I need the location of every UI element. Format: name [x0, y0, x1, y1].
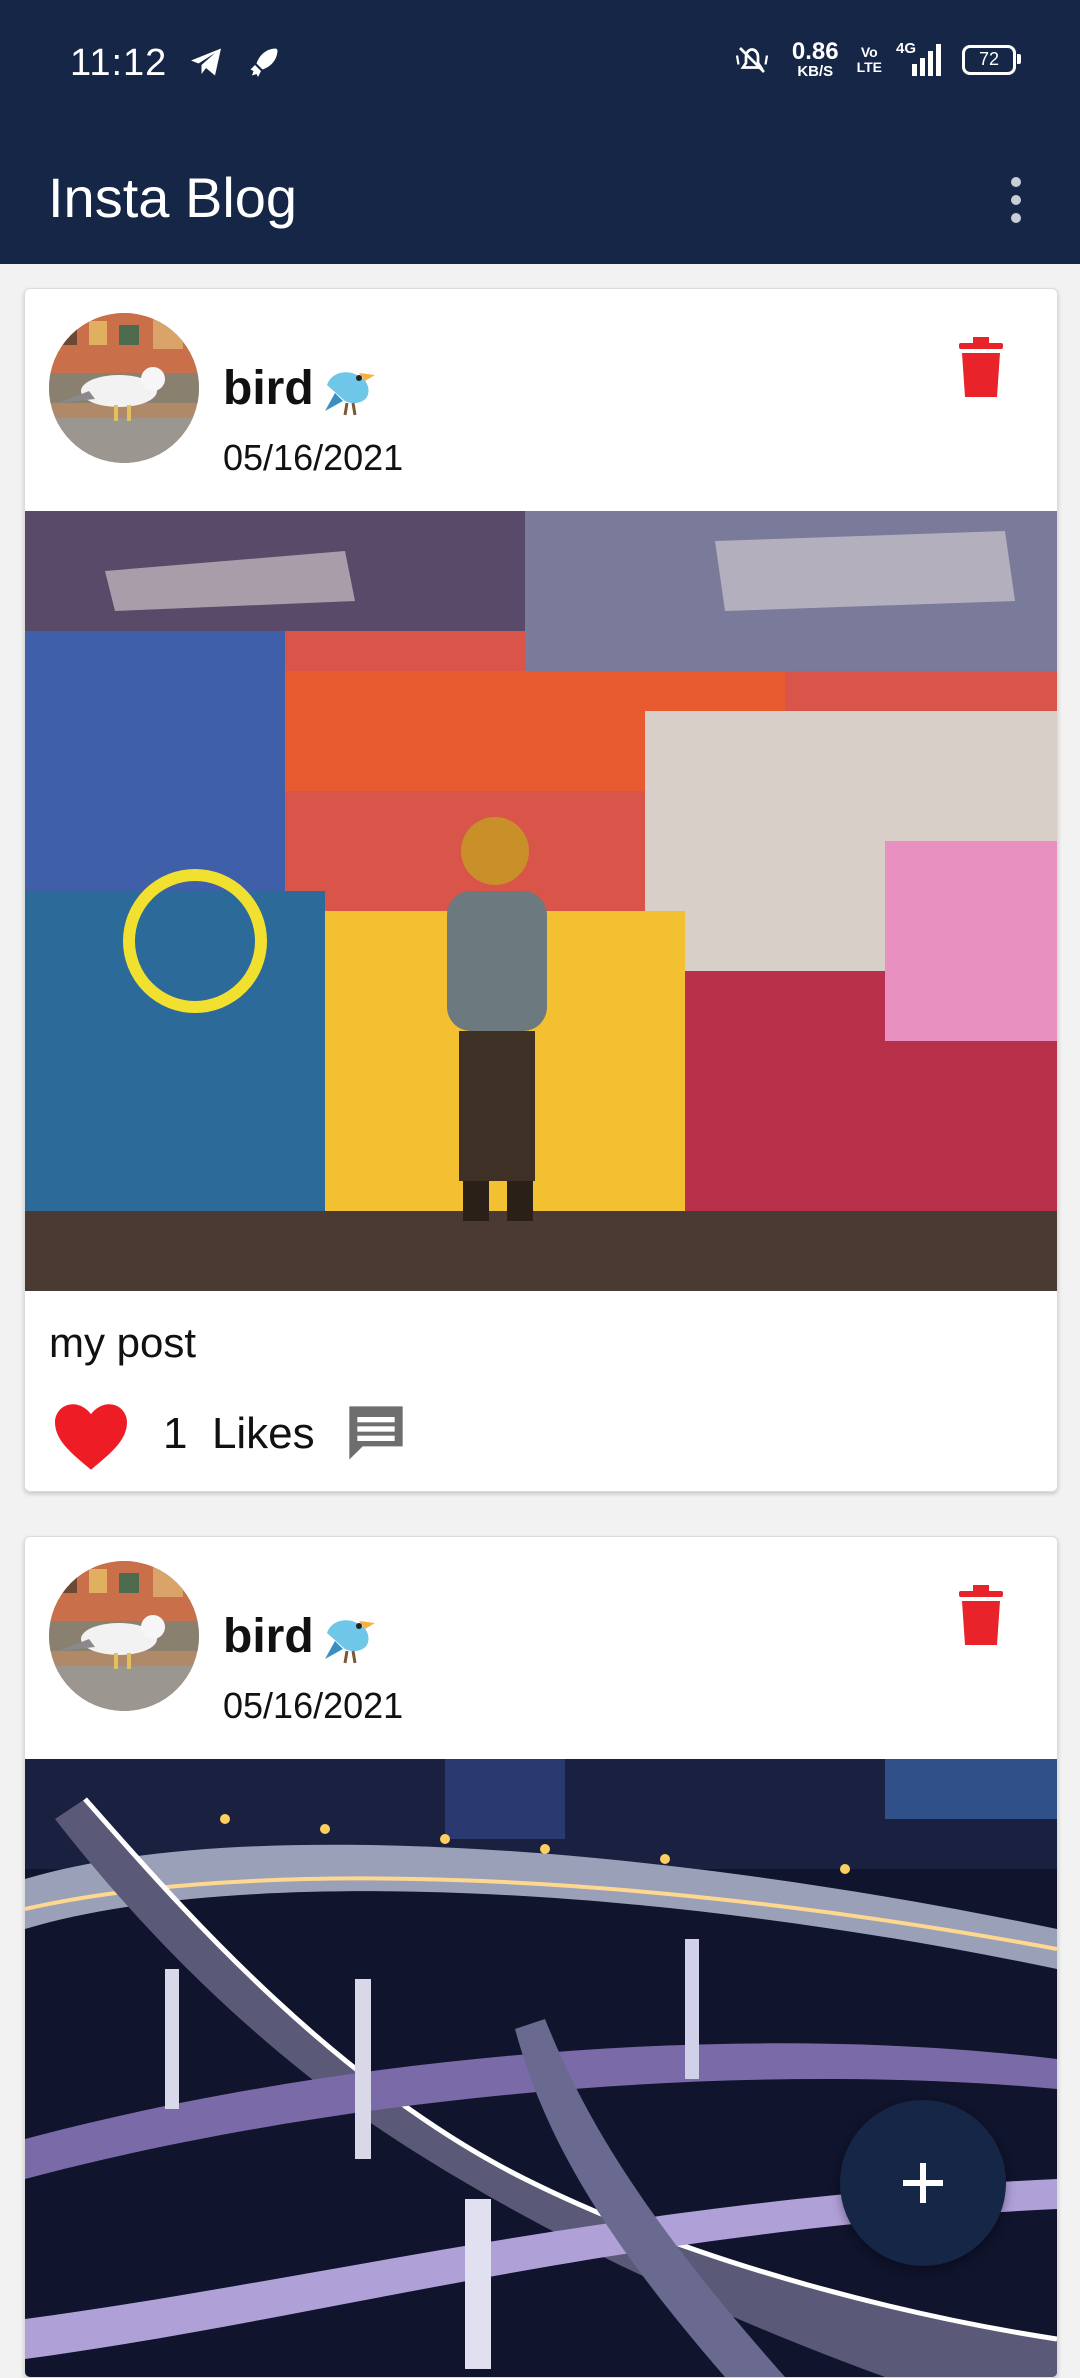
- net-speed-unit: KB/S: [797, 63, 834, 80]
- username[interactable]: bird: [223, 1609, 314, 1664]
- mute-icon: [735, 46, 768, 73]
- comment-icon[interactable]: [343, 1401, 409, 1465]
- volte-top: Vo: [860, 43, 878, 60]
- heart-icon[interactable]: [51, 1401, 131, 1473]
- network-type: 4G: [896, 39, 917, 57]
- bird-emoji-icon: [325, 372, 375, 416]
- more-vert-icon[interactable]: [968, 152, 1064, 248]
- avatar[interactable]: [49, 1561, 199, 1711]
- bird-emoji-icon: [325, 1620, 375, 1664]
- battery-level: 72: [978, 49, 1000, 69]
- post-date: 05/16/2021: [223, 437, 404, 478]
- app-title: Insta Blog: [48, 166, 298, 229]
- signal-group: 4G: [896, 40, 944, 76]
- likes-count: 1 Likes: [163, 1409, 315, 1459]
- telegram-icon: [191, 48, 221, 76]
- delete-icon[interactable]: [957, 1585, 1005, 1645]
- status-left-icons: [188, 44, 282, 80]
- avatar[interactable]: [49, 313, 199, 463]
- net-speed: 0.86 KB/S: [791, 38, 839, 80]
- battery-icon: 72: [962, 44, 1021, 75]
- delete-icon[interactable]: [957, 337, 1005, 397]
- post-image[interactable]: [25, 1759, 1057, 2377]
- volte-indicator: Vo LTE: [856, 43, 882, 75]
- net-speed-value: 0.86: [791, 38, 839, 65]
- post-image[interactable]: [25, 511, 1057, 1291]
- add-post-button[interactable]: [840, 2100, 1006, 2266]
- add-icon: [903, 2163, 943, 2203]
- app-bar: Insta Blog: [0, 132, 1080, 264]
- post-header: bird 05/16/2021: [25, 289, 1057, 511]
- likes-label: Likes: [211, 1409, 315, 1458]
- volte-bottom: LTE: [856, 58, 882, 75]
- post-actions: 1 Likes: [25, 1381, 1057, 1491]
- username[interactable]: bird: [223, 361, 314, 416]
- likes-number: 1: [163, 1409, 188, 1458]
- post-header: bird 05/16/2021: [25, 1537, 1057, 1759]
- status-right: 0.86 KB/S Vo LTE 4G 72: [730, 38, 1021, 80]
- status-bar: 11:12 0.86 KB/S Vo LTE 4G 72: [0, 0, 1080, 132]
- rocket-icon: [250, 48, 278, 77]
- post-caption: my post: [49, 1319, 197, 1366]
- post-date: 05/16/2021: [223, 1685, 404, 1726]
- post-card: bird 05/16/2021: [24, 288, 1058, 1492]
- status-time: 11:12: [70, 42, 168, 84]
